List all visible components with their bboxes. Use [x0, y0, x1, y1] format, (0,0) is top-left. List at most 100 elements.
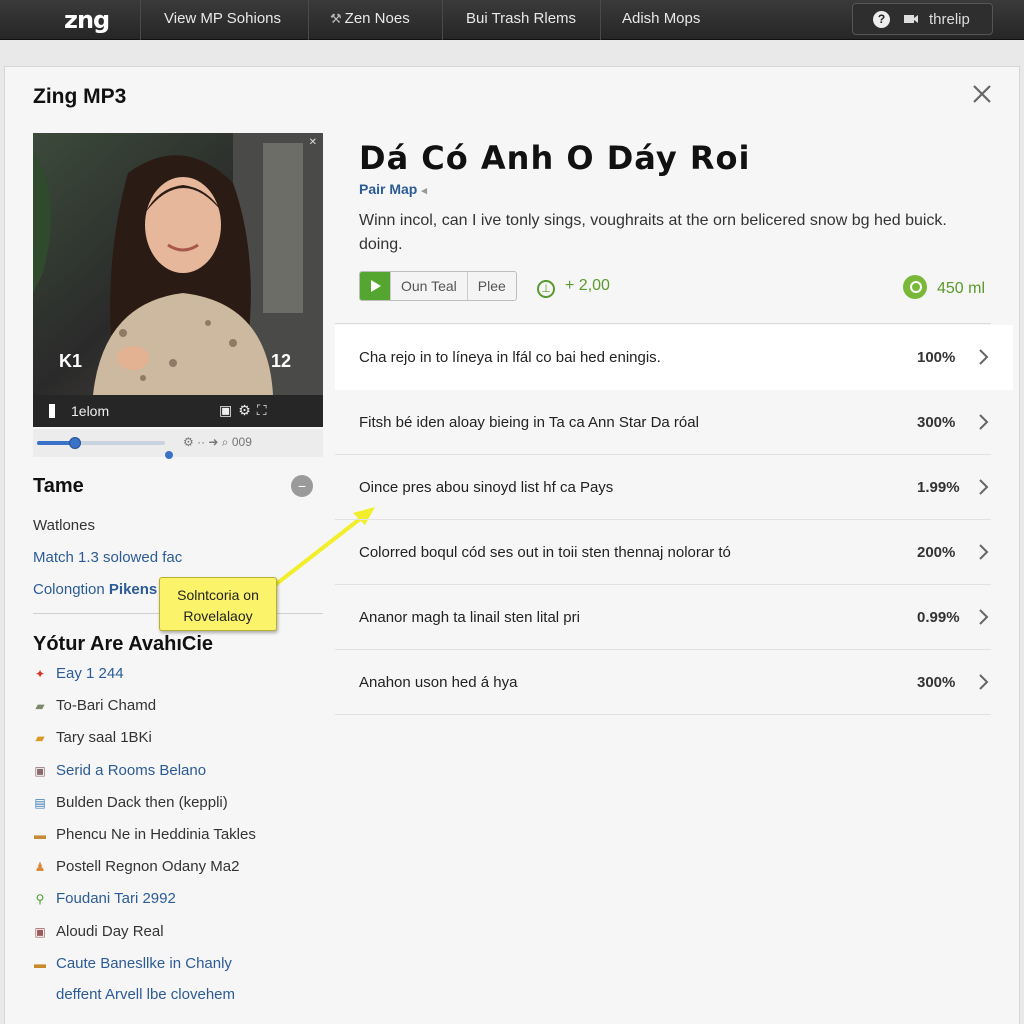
related-item-label: Phencu Ne in Heddinia Takles [56, 825, 256, 843]
related-item-icon: ✦ [34, 667, 46, 681]
artist-link[interactable]: Pair Map ◂ [359, 181, 427, 197]
action-button-secondary[interactable]: Plee [466, 272, 516, 300]
time-label: 1elom [71, 403, 110, 419]
track-row[interactable]: Anahon uson hed á hya 300% [335, 650, 991, 715]
pause-icon[interactable] [49, 404, 55, 418]
seek-handle[interactable] [69, 437, 81, 449]
track-title: Oince pres abou sinoyd list hf ca Pays [359, 479, 614, 496]
volume-knob[interactable] [165, 451, 173, 459]
related-item-label: Postell Regnon Odany Ma2 [56, 858, 240, 876]
related-item-label: Aloudi Day Real [56, 922, 164, 940]
side-link-match[interactable]: Match 1.3 solowed fac [33, 549, 182, 566]
related-item[interactable]: ▰ Tary saal 1BKi [33, 729, 323, 761]
plus-stat[interactable]: ⊥ + 2,00 [537, 277, 610, 298]
related-item[interactable]: ▤ Bulden Dack then (keppli) [33, 794, 323, 826]
player-icons[interactable]: ▣⚙⛶ [219, 402, 273, 419]
panel-title: Zing MP3 [33, 85, 127, 108]
related-item-icon: ▬ [34, 956, 46, 971]
play-button[interactable] [360, 272, 390, 300]
help-button[interactable]: ? threlip [852, 3, 993, 35]
track-title: Colorred boqul cód ses out in toii sten … [359, 544, 731, 561]
related-item[interactable]: ▣ Serid a Rooms Belano [33, 762, 323, 794]
side-text: Watlones [33, 517, 95, 534]
location-pin-icon [903, 275, 927, 299]
track-value: 300% [917, 674, 956, 691]
help-label: threlip [929, 11, 970, 28]
seek-extra-controls[interactable]: ⚙ ·· ➜ ⌕ 009 [183, 435, 252, 450]
track-row[interactable]: Cha rejo in to líneya in lfál co bai hed… [335, 325, 1013, 390]
next-button[interactable]: 12 [271, 351, 291, 372]
action-button-primary[interactable]: Oun Teal [390, 272, 467, 300]
related-item-label: deffent Arvell lbe clovehem [56, 985, 235, 1003]
track-title: Fitsh bé iden aloay bieing in Ta ca Ann … [359, 414, 699, 431]
link-prefix: Colongtion [33, 581, 109, 598]
count-stat-value: 450 ml [937, 280, 986, 297]
link-bold: Pikens [108, 581, 158, 598]
settings-icon[interactable]: ⚙ [238, 402, 257, 418]
plus-stat-value: + 2,00 [565, 277, 610, 294]
nav-item-label: Adish Mops [622, 10, 701, 27]
player-control-bar: 1elom ▣⚙⛶ [33, 395, 323, 427]
screen-icon[interactable]: ▣ [219, 402, 238, 418]
tooltip-line: Rovelalaoy [183, 608, 253, 624]
nav-divider [600, 0, 601, 40]
related-item-icon: ▰ [35, 699, 45, 714]
song-detail-panel: Zing MP3 ✕ K1 12 1elom ▣⚙⛶ ⚙ ·· ➜ ⌕ 009 … [4, 66, 1020, 1024]
track-row[interactable]: Oince pres abou sinoyd list hf ca Pays 1.… [335, 455, 991, 520]
nav-divider [140, 0, 141, 40]
chevron-right-icon[interactable] [977, 608, 989, 626]
tooltip-line: Solntcoria on [177, 587, 259, 603]
close-icon[interactable] [971, 83, 993, 105]
related-item[interactable]: ▬ Phencu Ne in Heddinia Takles [33, 826, 323, 858]
chevron-right-icon[interactable] [977, 543, 989, 561]
related-list: ✦ Eay 1 244 ▰ To-Bari Chamd ▰ Tary saal 1BKi ▣… [33, 665, 323, 1011]
related-item-icon: ▤ [34, 795, 46, 810]
chevron-right-icon[interactable] [977, 413, 989, 431]
track-row[interactable]: Colorred boqul cód ses out in toii sten … [335, 520, 991, 585]
track-row[interactable]: Ananor magh ta linail sten lital pri 0.99… [335, 585, 991, 650]
related-item[interactable]: ▣ Aloudi Day Real [33, 923, 323, 955]
nav-item-maps[interactable]: Adish Mops [622, 10, 700, 27]
seek-progress [37, 441, 73, 445]
related-item[interactable]: ✦ Eay 1 244 [33, 665, 323, 697]
expand-icon[interactable]: ✕ [309, 137, 317, 148]
seek-track[interactable] [37, 437, 173, 459]
help-icon: ? [873, 11, 890, 28]
chevron-right-icon[interactable] [977, 673, 989, 691]
app-logo[interactable]: zng [64, 6, 110, 34]
previous-button[interactable]: K1 [59, 351, 82, 372]
track-value: 1.99% [917, 479, 960, 496]
video-player[interactable]: ✕ K1 12 1elom ▣⚙⛶ [33, 133, 323, 427]
related-section-title: Yótur Are AvahıCie [33, 633, 214, 655]
related-item-icon: ♟ [34, 860, 46, 875]
nav-item-label: Bui Trash Rlems [466, 10, 577, 27]
nav-item-zen-noes[interactable]: ⚒ Zen Noes [330, 10, 410, 27]
related-item[interactable]: ▰ To-Bari Chamd [33, 697, 323, 729]
camera-icon [904, 15, 918, 23]
plus-circle-icon: ⊥ [537, 280, 555, 298]
chevron-right-icon[interactable] [977, 348, 989, 366]
track-title: Cha rejo in to líneya in lfál co bai hed… [359, 349, 661, 366]
fullscreen-icon[interactable]: ⛶ [257, 402, 273, 418]
related-item-label: To-Bari Chamd [56, 697, 157, 715]
side-link-collection[interactable]: Colongtion Pikens [33, 581, 157, 598]
artist-name: Pair Map [359, 181, 418, 197]
tools-icon: ⚒ [330, 11, 342, 26]
minus-circle-icon[interactable]: − [291, 475, 313, 497]
seek-bar[interactable]: ⚙ ·· ➜ ⌕ 009 [33, 429, 323, 459]
track-row[interactable]: Fitsh bé iden aloay bieing in Ta ca Ann … [335, 390, 991, 455]
nav-item-view-mp[interactable]: View MP Sohions [164, 10, 281, 27]
related-item[interactable]: ⚲ Foudani Tari 2992 [33, 890, 323, 922]
related-item-icon: ▬ [34, 827, 46, 842]
related-item[interactable]: ♟ Postell Regnon Odany Ma2 [33, 858, 323, 890]
track-value: 200% [917, 544, 956, 561]
section-title: Tame [33, 475, 84, 497]
related-item[interactable]: deffent Arvell lbe clovehem [33, 979, 323, 1011]
track-title: Anahon uson hed á hya [359, 674, 518, 691]
nav-item-trash[interactable]: Bui Trash Rlems [466, 10, 576, 27]
nav-item-label: Zen Noes [344, 10, 410, 27]
song-title: Dá Có Anh O Dáy Roi [359, 139, 751, 177]
nav-item-label: View MP Sohions [164, 10, 282, 27]
chevron-right-icon[interactable] [977, 478, 989, 496]
related-item-label: Foudani Tari 2992 [56, 890, 176, 908]
